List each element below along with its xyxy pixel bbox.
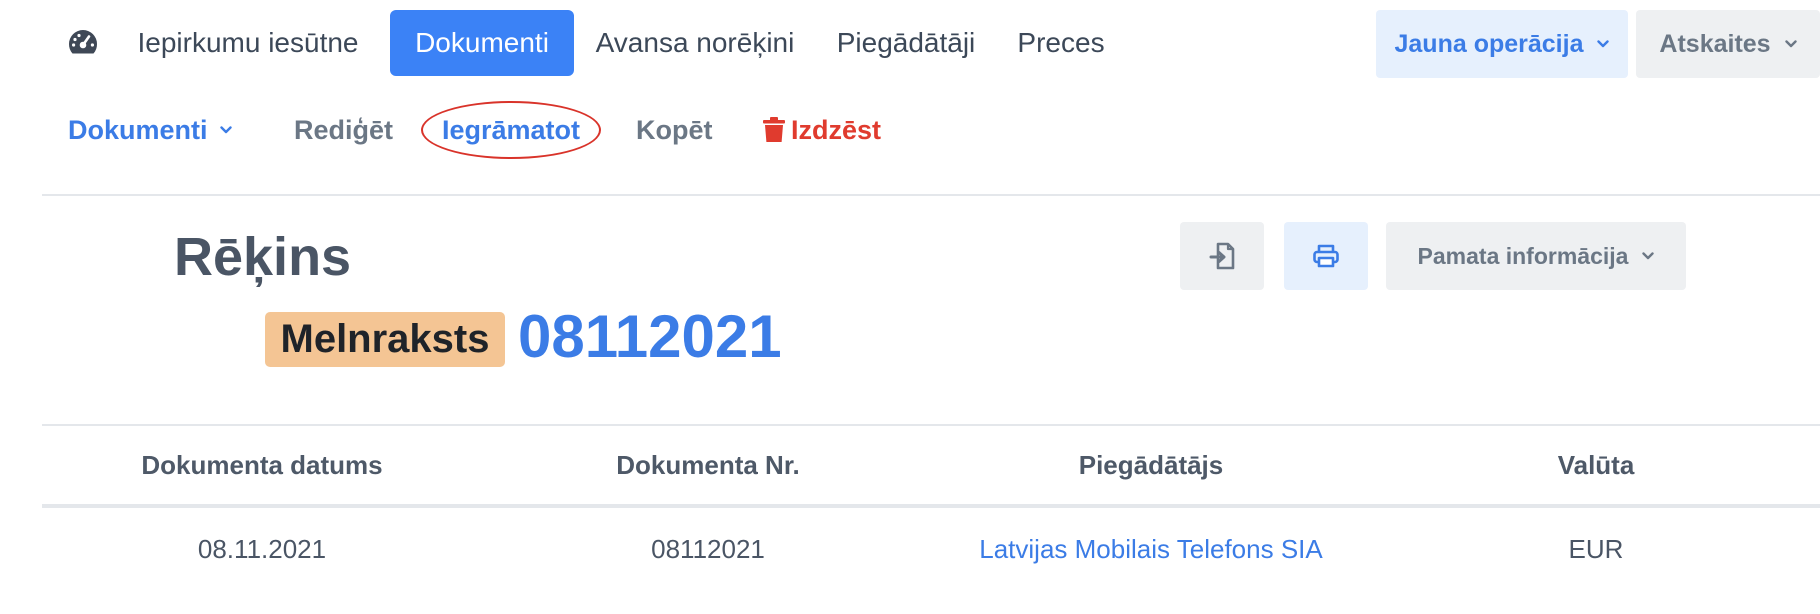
column-header-document-number: Dokumenta Nr. (616, 450, 800, 480)
chevron-down-icon (219, 126, 232, 134)
table-header-divider (42, 504, 1820, 508)
copy-button[interactable]: Kopēt (636, 108, 713, 152)
cell-currency: EUR (1568, 534, 1624, 564)
basic-info-label: Pamata informācija (1417, 242, 1629, 269)
trash-icon (763, 117, 785, 143)
chevron-down-icon (1597, 40, 1610, 48)
nav-item-documents[interactable]: Dokumenti (390, 10, 574, 76)
print-icon (1313, 244, 1339, 268)
export-file-icon (1209, 242, 1235, 270)
column-header-document-date: Dokumenta datums (141, 450, 383, 480)
dashboard-gauge-icon[interactable] (68, 28, 98, 56)
post-label: Iegrāmatot (442, 114, 581, 145)
column-header-supplier: Piegādātājs (1078, 450, 1224, 480)
supplier-link[interactable]: Latvijas Mobilais Telefons SIA (931, 534, 1371, 565)
page-title: Rēķins (174, 227, 352, 287)
nav-item-purchase-inbox[interactable]: Iepirkumu iesūtne (128, 10, 368, 76)
delete-label: Izdzēst (791, 114, 882, 145)
new-operation-button[interactable]: Jauna operācija (1376, 10, 1628, 78)
divider (42, 424, 1820, 426)
documents-dropdown[interactable]: Dokumenti (68, 108, 232, 152)
chevron-down-icon (1642, 252, 1655, 260)
edit-label: Rediģēt (294, 114, 394, 145)
document-number: 08112021 (518, 303, 782, 370)
print-button[interactable] (1284, 222, 1368, 290)
nav-item-advance-settlements[interactable]: Avansa norēķini (590, 10, 800, 76)
nav-item-suppliers[interactable]: Piegādātāji (826, 10, 986, 76)
basic-info-dropdown[interactable]: Pamata informācija (1386, 222, 1686, 290)
nav-item-goods[interactable]: Preces (1008, 10, 1114, 76)
reports-label: Atskaites (1659, 29, 1771, 58)
cell-document-number: 08112021 (651, 534, 765, 564)
export-button[interactable] (1180, 222, 1264, 290)
post-button[interactable]: Iegrāmatot (442, 108, 580, 152)
delete-button[interactable]: Izdzēst (763, 108, 881, 152)
top-navigation: Iepirkumu iesūtne Dokumenti Avansa norēķ… (0, 0, 1820, 86)
page: Iepirkumu iesūtne Dokumenti Avansa norēķ… (0, 0, 1820, 614)
column-header-currency: Valūta (1557, 450, 1635, 480)
divider (42, 194, 1820, 196)
edit-button[interactable]: Rediģēt (294, 108, 393, 152)
copy-label: Kopēt (636, 114, 713, 145)
status-badge: Melnraksts (265, 312, 505, 367)
new-operation-label: Jauna operācija (1394, 29, 1584, 58)
cell-document-date: 08.11.2021 (197, 534, 327, 564)
chevron-down-icon (1784, 40, 1797, 48)
reports-button[interactable]: Atskaites (1636, 10, 1820, 78)
documents-dropdown-label: Dokumenti (68, 114, 208, 145)
